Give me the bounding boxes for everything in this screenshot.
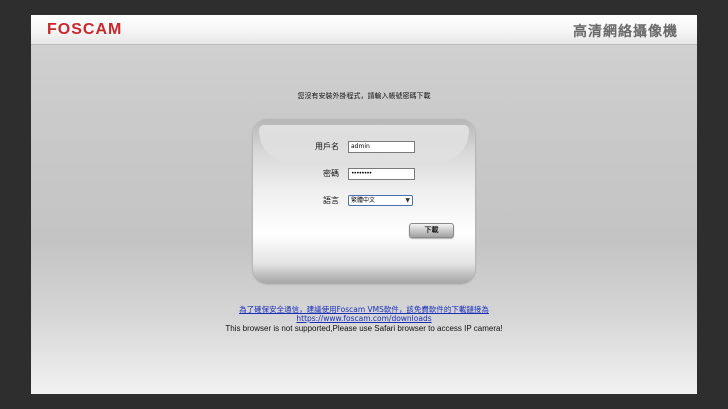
language-label: 語言 bbox=[323, 196, 339, 205]
chevron-down-icon: ▼ bbox=[405, 197, 410, 204]
password-input[interactable]: •••••••• bbox=[348, 168, 415, 180]
username-label: 用戶名 bbox=[315, 142, 339, 151]
page-title: 高清網絡攝像機 bbox=[573, 24, 678, 40]
plugin-notice: 您沒有安裝外掛程式，請輸入帳號密碼下載 bbox=[297, 92, 431, 100]
language-selected-value: 繁體中文 bbox=[351, 197, 376, 204]
header-bar: FOSCAM 高清網絡攝像機 bbox=[31, 15, 697, 45]
password-label: 密碼 bbox=[323, 169, 339, 178]
download-button[interactable]: 下載 bbox=[409, 223, 454, 238]
login-panel: 用戶名 admin 密碼 •••••••• 語言 繁體中文 ▼ 下載 bbox=[253, 119, 475, 283]
downloads-url-link[interactable]: https://www.foscam.com/downloads bbox=[31, 314, 697, 323]
foscam-logo: FOSCAM bbox=[47, 21, 123, 38]
browser-warning: This browser is not supported,Please use… bbox=[225, 324, 503, 333]
username-input[interactable]: admin bbox=[348, 141, 415, 153]
browser-window: FOSCAM 高清網絡攝像機 您沒有安裝外掛程式，請輸入帳號密碼下載 用戶名 a… bbox=[31, 15, 697, 394]
language-select[interactable]: 繁體中文 ▼ bbox=[348, 195, 413, 206]
